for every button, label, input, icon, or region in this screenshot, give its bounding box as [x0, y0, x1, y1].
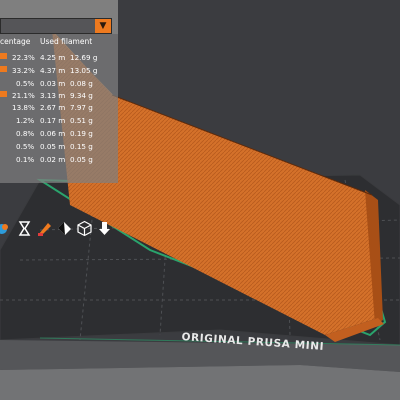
color-swatch: [0, 66, 7, 72]
legend-row: 1.2% 0.17 m 0.51 g: [16, 116, 93, 125]
download-icon[interactable]: [96, 220, 113, 237]
legend-row: 21.1% 3.13 m 9.34 g: [0, 91, 118, 102]
legend-row: 22.3% 4.25 m 12.69 g: [0, 53, 118, 64]
chevron-down-icon[interactable]: ▼: [95, 19, 111, 33]
color-swatch: [0, 53, 7, 59]
legend-panel: ▼ centage Used filament 22.3% 4.25 m 12.…: [0, 0, 118, 183]
hourglass-icon[interactable]: [16, 220, 33, 237]
legend-row: 13.8% 2.67 m 7.97 g: [12, 103, 93, 112]
percentage-header: centage: [0, 37, 31, 46]
legend-row: 33.2% 4.37 m 13.05 g: [0, 66, 118, 77]
color-swatch: [0, 91, 7, 97]
support-paint-icon[interactable]: [0, 220, 13, 237]
legend-row: 0.5% 0.03 m 0.08 g: [16, 79, 93, 88]
box-icon[interactable]: [76, 220, 93, 237]
legend-row: 0.8% 0.06 m 0.19 g: [16, 129, 93, 138]
view-type-select[interactable]: ▼: [0, 18, 112, 34]
gizmo-toolbar: [0, 216, 118, 246]
used-filament-header: Used filament: [40, 37, 93, 46]
cut-icon[interactable]: [56, 220, 73, 237]
legend-row: 0.5% 0.05 m 0.15 g: [16, 142, 93, 151]
seam-paint-icon[interactable]: [36, 220, 53, 237]
legend-row: 0.1% 0.02 m 0.05 g: [16, 155, 93, 164]
